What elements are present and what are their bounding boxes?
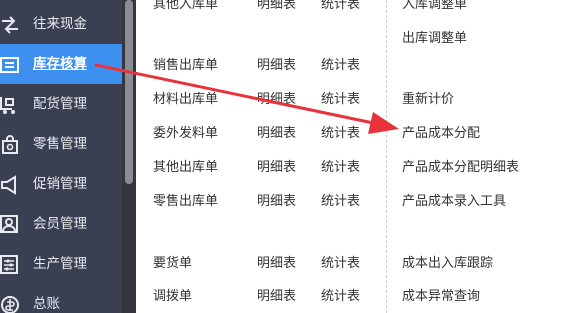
sidebar-item-cash[interactable]: 往来现金 (0, 4, 122, 44)
stats-report-link[interactable]: 统计表 (321, 125, 360, 143)
detail-report-link[interactable]: 明细表 (257, 0, 296, 14)
menu-right-link-product-cost-allocation[interactable]: 产品成本分配 (402, 125, 480, 143)
sidebar-item-member[interactable]: 会员管理 (0, 204, 122, 244)
detail-report-link[interactable]: 明细表 (257, 288, 296, 306)
production-icon (0, 255, 20, 275)
cash-flow-icon (0, 15, 20, 35)
menu-doc-link[interactable]: 其他入库单 (153, 0, 218, 14)
megaphone-icon (0, 175, 20, 195)
sidebar-item-label: 总账 (33, 296, 60, 312)
menu-right-link[interactable]: 重新计价 (402, 91, 454, 109)
sidebar-item-label: 促销管理 (33, 176, 87, 192)
detail-report-link[interactable]: 明细表 (257, 91, 296, 109)
sidebar-item-general-ledger[interactable]: 总账 (0, 284, 122, 313)
menu-doc-link[interactable]: 调拨单 (153, 288, 192, 306)
sidebar-item-label: 零售管理 (33, 136, 87, 152)
menu-right-link[interactable]: 出库调整单 (402, 30, 467, 48)
sidebar-nav: 往来现金 库存核算 配货管理 零售管理 促销管理 会员管理 生产管理 总账 (0, 0, 122, 313)
menu-doc-link[interactable]: 零售出库单 (153, 193, 218, 211)
stats-report-link[interactable]: 统计表 (321, 159, 360, 177)
stats-report-link[interactable]: 统计表 (321, 193, 360, 211)
stats-report-link[interactable]: 统计表 (321, 0, 360, 14)
menu-right-link[interactable]: 成本出入库跟踪 (402, 255, 493, 273)
menu-right-link[interactable]: 入库调整单 (402, 0, 467, 14)
detail-report-link[interactable]: 明细表 (257, 193, 296, 211)
menu-doc-link[interactable]: 要货单 (153, 255, 192, 273)
sidebar-item-promotion[interactable]: 促销管理 (0, 164, 122, 204)
sidebar-scrollbar-thumb[interactable] (125, 0, 133, 184)
ledger-icon (0, 295, 20, 313)
sidebar-item-retail[interactable]: 零售管理 (0, 124, 122, 164)
inventory-ledger-icon (0, 55, 20, 75)
sidebar-item-production[interactable]: 生产管理 (0, 244, 122, 284)
menu-doc-link[interactable]: 其他出库单 (153, 159, 218, 177)
distribution-icon (0, 95, 20, 115)
stats-report-link[interactable]: 统计表 (321, 91, 360, 109)
detail-report-link[interactable]: 明细表 (257, 255, 296, 273)
detail-report-link[interactable]: 明细表 (257, 125, 296, 143)
sidebar-item-label: 配货管理 (33, 96, 87, 112)
menu-right-link[interactable]: 产品成本录入工具 (402, 193, 506, 211)
menu-right-link[interactable]: 成本异常查询 (402, 288, 480, 306)
detail-report-link[interactable]: 明细表 (257, 159, 296, 177)
sidebar-item-label: 往来现金 (33, 16, 87, 32)
member-icon (0, 215, 20, 235)
sidebar-item-label: 会员管理 (33, 216, 87, 232)
stats-report-link[interactable]: 统计表 (321, 255, 360, 273)
retail-icon (0, 135, 20, 155)
menu-doc-link[interactable]: 委外发料单 (153, 125, 218, 143)
stats-report-link[interactable]: 统计表 (321, 288, 360, 306)
sidebar-item-label: 生产管理 (33, 256, 87, 272)
sidebar-item-inventory-accounting[interactable]: 库存核算 (0, 44, 122, 84)
sidebar-item-distribution[interactable]: 配货管理 (0, 84, 122, 124)
menu-doc-link[interactable]: 材料出库单 (153, 91, 218, 109)
menu-right-link[interactable]: 产品成本分配明细表 (402, 159, 519, 177)
column-divider (386, 0, 387, 313)
stats-report-link[interactable]: 统计表 (321, 57, 360, 75)
detail-report-link[interactable]: 明细表 (257, 57, 296, 75)
sidebar-item-label: 库存核算 (33, 56, 87, 72)
menu-doc-link[interactable]: 销售出库单 (153, 57, 218, 75)
